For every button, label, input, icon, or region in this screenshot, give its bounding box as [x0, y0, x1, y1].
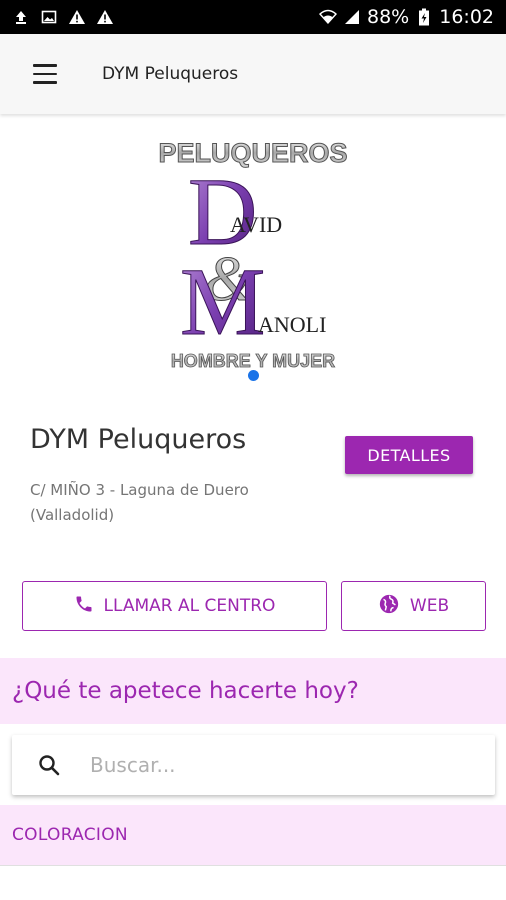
- salon-name: DYM Peluqueros: [30, 424, 247, 455]
- app-bar: DYM Peluqueros: [0, 34, 506, 114]
- status-bar: 88% 16:02: [0, 0, 506, 34]
- svg-text:ANOLI: ANOLI: [258, 312, 326, 337]
- battery-charging-icon: [415, 8, 433, 26]
- divider: [0, 865, 506, 866]
- search-box[interactable]: [12, 735, 495, 795]
- status-system: 88% 16:02: [319, 6, 494, 28]
- image-icon: [40, 8, 58, 26]
- logo-carousel[interactable]: PELUQUEROS D AVID & M ANOLI HOMBRE Y MUJ…: [0, 114, 506, 386]
- status-time: 16:02: [439, 6, 494, 28]
- carousel-indicator[interactable]: [248, 370, 259, 381]
- menu-icon[interactable]: [22, 51, 68, 97]
- search-input[interactable]: [90, 753, 470, 777]
- signal-icon: [343, 8, 361, 26]
- salon-logo: PELUQUEROS D AVID & M ANOLI HOMBRE Y MUJ…: [158, 138, 348, 372]
- warning-icon: [68, 8, 86, 26]
- web-button[interactable]: WEB: [341, 581, 486, 631]
- svg-text:AVID: AVID: [230, 212, 282, 237]
- svg-text:HOMBRE Y MUJER: HOMBRE Y MUJER: [171, 351, 335, 371]
- status-notifications: [12, 8, 114, 26]
- question-banner: ¿Qué te apetece hacerte hoy?: [0, 658, 506, 724]
- phone-icon: [74, 594, 94, 619]
- category-header[interactable]: COLORACION: [0, 805, 506, 865]
- wifi-icon: [319, 8, 337, 26]
- details-button[interactable]: DETALLES: [345, 436, 473, 474]
- globe-icon: [378, 593, 400, 620]
- search-icon: [36, 752, 62, 778]
- salon-address: C/ MIÑO 3 - Laguna de Duero (Valladolid): [30, 481, 249, 524]
- battery-percentage: 88%: [367, 6, 410, 28]
- category-label: COLORACION: [12, 825, 128, 845]
- call-center-label: LLAMAR AL CENTRO: [103, 596, 276, 616]
- question-text: ¿Qué te apetece hacerte hoy?: [12, 678, 359, 704]
- svg-text:M: M: [180, 248, 265, 355]
- warning-icon: [96, 8, 114, 26]
- upload-icon: [12, 8, 30, 26]
- call-center-button[interactable]: LLAMAR AL CENTRO: [22, 581, 327, 631]
- web-label: WEB: [409, 596, 450, 616]
- app-title: DYM Peluqueros: [102, 64, 239, 84]
